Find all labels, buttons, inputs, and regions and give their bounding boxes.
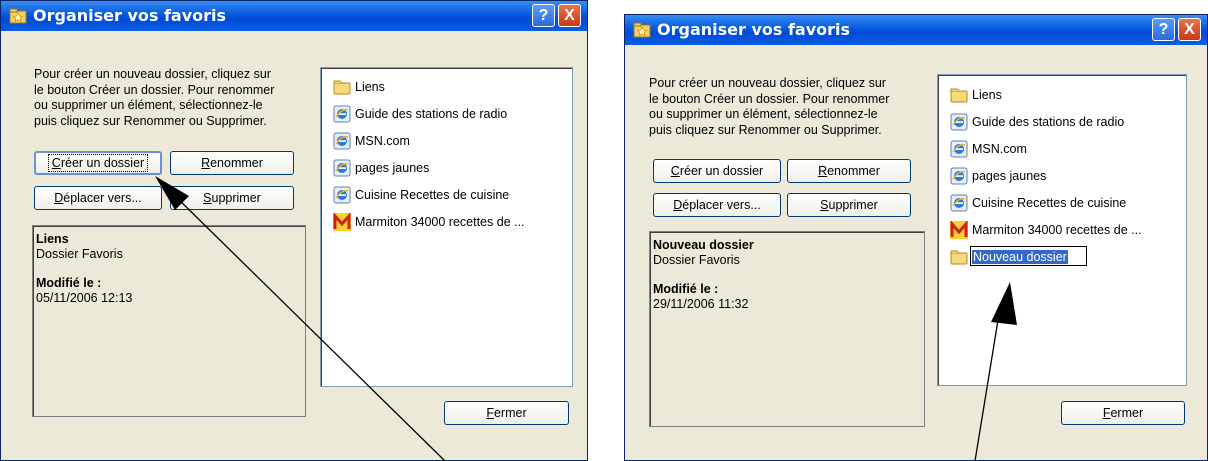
arrow-head-right (991, 282, 1017, 325)
annotation-arrows (155, 176, 1017, 461)
arrow-line-right (974, 307, 1001, 461)
arrow-line-left (171, 192, 446, 461)
